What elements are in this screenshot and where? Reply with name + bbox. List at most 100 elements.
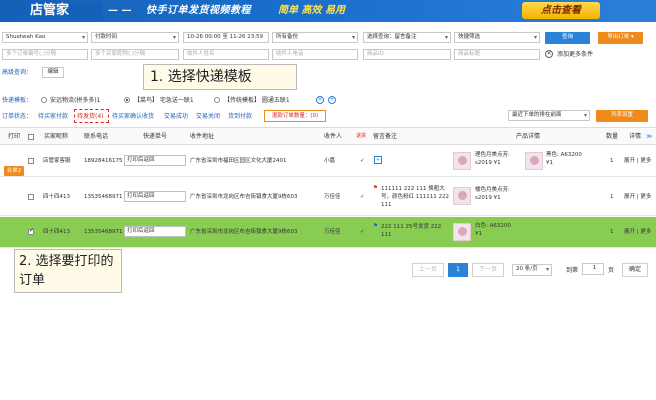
order-number-input[interactable]: 多个订单编号(,)分隔 [2, 49, 88, 60]
row-checkbox[interactable] [28, 227, 34, 235]
tab-completed[interactable]: 交易成功 [164, 112, 188, 121]
receiver: 万佳佳 [324, 194, 341, 200]
col-receiver: 收件人 [324, 133, 343, 140]
current-page-button[interactable]: 1 [448, 263, 468, 277]
phone: 18928416175 [84, 158, 123, 164]
edit-button[interactable]: 编辑 [42, 67, 64, 78]
quick-filter-select[interactable]: 快捷筛选 [454, 32, 540, 43]
add-template-icon[interactable]: + [328, 96, 336, 104]
col-details: 详情 [629, 133, 642, 140]
view-tutorial-button[interactable]: 点击查看 [522, 2, 600, 19]
product-title-input[interactable]: 商品标题 [454, 49, 540, 60]
buyer-nick: 四十四413 [43, 229, 70, 235]
quantity: 1 [610, 158, 614, 164]
edit-remark-icon[interactable]: + [374, 156, 382, 164]
row-checkbox[interactable] [28, 194, 34, 200]
confirm-goto-button[interactable]: 确定 [622, 263, 648, 277]
next-page-button[interactable]: 下一页 [472, 263, 504, 277]
tab-closed[interactable]: 交易关闭 [196, 112, 220, 121]
table-row-selected[interactable]: 四十四413 13535468971 打印后返回 广东省深圳市龙岗区布吉街镇食大… [0, 217, 656, 248]
table-row[interactable]: 四十四413 13535468971 打印后返回 广东省深圳市龙岗区布吉街镇食大… [0, 178, 656, 216]
product-thumbnail [525, 152, 543, 170]
waybill-input[interactable]: 打印后返回 [124, 191, 186, 202]
table-row[interactable]: 店管家客服 18928416175 打印后返回 广东省深圳市福田区园区文化大厦2… [0, 146, 656, 177]
search-button[interactable]: 查询 [545, 32, 590, 44]
address: 广东省深圳市龙岗区布吉街镇食大厦9栋603 [190, 229, 298, 235]
product-thumbnail [453, 152, 471, 170]
banner-dashes: — — [108, 5, 132, 16]
phone: 13535468971 [84, 194, 123, 200]
refund-orders-filter[interactable]: 退款订单数量：(0) [264, 110, 326, 122]
date-range-input[interactable]: 10-26 00:00 至 11-26 23:59 [183, 32, 269, 43]
list-settings-button[interactable]: 列表设置 [596, 110, 648, 122]
select-all-checkbox[interactable] [28, 134, 34, 140]
sort-order-select[interactable]: 最近下单的排在前面 [508, 110, 590, 121]
col-phone: 联系电话 [84, 133, 109, 140]
add-more-conditions-link[interactable]: 添加更多条件 [557, 50, 593, 59]
template-option-3[interactable]: 【传统模板】 圆通五联1 [224, 96, 290, 105]
status-check-icon: ✓ [360, 229, 365, 235]
template-option-1[interactable]: 安远物流(拼多多)1 [50, 96, 101, 105]
template-radio-3[interactable] [214, 97, 220, 103]
row-actions[interactable]: 展开 | 更多 [624, 157, 651, 165]
col-waybill: 快递单号 [143, 133, 168, 140]
step2-callout: 2. 选择要打印的订单 [14, 249, 122, 293]
prev-page-button[interactable]: 上一页 [412, 263, 444, 277]
receiver: 万佳佳 [324, 229, 341, 235]
remove-template-icon[interactable]: × [316, 96, 324, 104]
banner-tags: 简单 高效 易用 [278, 5, 345, 16]
phone: 13535468971 [84, 229, 123, 235]
time-type-select[interactable]: 付款时间 [91, 32, 179, 43]
tab-awaiting-confirmation[interactable]: 待买家确认收货 [112, 112, 154, 121]
waybill-input[interactable]: 打印后返回 [124, 226, 186, 237]
template-radio-2[interactable] [124, 97, 130, 103]
row-checkbox[interactable] [28, 158, 34, 164]
tab-awaiting-shipment[interactable]: 待发货(4) [77, 112, 104, 121]
remark-query-select[interactable]: 选择查询：留言备注 [363, 32, 451, 43]
tab-cod[interactable]: 货到付款 [228, 112, 252, 121]
table-header: 打印 买家昵称 联系电话 快递单号 收件地址 收件人 退货 留言备注 产品详情 … [0, 127, 656, 145]
flag-filter-select[interactable]: 所有备份 [272, 32, 358, 43]
address: 广东省深圳市福田区园区文化大厦2401 [190, 158, 287, 164]
collapse-icon[interactable]: ≫ [646, 132, 652, 141]
goto-page-input[interactable]: 1 [582, 263, 604, 275]
tab-pending-payment[interactable]: 待买家付款 [38, 112, 68, 121]
product-sku[interactable]: 黑色: A63200 ¥1 [546, 151, 586, 167]
status-check-icon: ✓ [360, 194, 365, 200]
product-thumbnail [453, 223, 471, 241]
address: 广东省深圳市龙岗区布吉街镇食大厦9栋603 [190, 194, 298, 200]
col-address: 收件地址 [190, 133, 215, 140]
red-flag-icon[interactable]: ⚑ [373, 184, 378, 192]
buyer-nick: 四十四413 [43, 194, 70, 200]
col-product: 产品详情 [516, 133, 541, 140]
receiver: 小嘉 [324, 158, 336, 164]
product-sku[interactable]: 理色月美点芳: s2019 ¥1 [475, 151, 519, 167]
buyer-nick-input[interactable]: 多个买家昵称(,)分隔 [91, 49, 179, 60]
receiver-phone-input[interactable]: 收件人电话 [272, 49, 358, 60]
blue-flag-icon[interactable]: ⚑ [373, 222, 378, 230]
export-orders-button[interactable]: 导出订单 ▾ [598, 32, 643, 44]
step1-callout: 1. 选择快递模板 [143, 64, 297, 90]
waybill-input[interactable]: 打印后返回 [124, 155, 186, 166]
row-actions[interactable]: 展开 | 更多 [624, 193, 651, 201]
advanced-query-label: 高级查询： [2, 69, 33, 76]
col-print: 打印 [8, 133, 21, 140]
goto-label: 到第 [566, 267, 579, 274]
quantity: 1 [610, 229, 614, 235]
status-check-icon: ✓ [360, 158, 365, 164]
col-qty: 数量 [606, 133, 619, 140]
template-radio-1[interactable] [41, 97, 47, 103]
receiver-name-input[interactable]: 收件人姓名 [183, 49, 269, 60]
product-id-input[interactable]: 商品ID [363, 49, 451, 60]
col-buyer: 买家昵称 [44, 133, 69, 140]
template-option-2[interactable]: 【菜鸟】 宅急送一联1 [134, 96, 194, 105]
clear-icon[interactable]: × [545, 50, 553, 58]
page-size-select[interactable]: 20 条/页 [512, 264, 552, 276]
order-status-label: 订单状态： [2, 113, 33, 120]
page-unit-label: 页 [608, 267, 615, 274]
product-sku[interactable]: 白色: A63200 ¥1 [475, 222, 519, 238]
shop-select[interactable]: Shuetwah Kao [2, 32, 88, 43]
row-actions[interactable]: 展开 | 更多 [624, 228, 651, 236]
remark-text: 111111 222 111 换粗大号，颜色粉红 111111 222 111 [381, 186, 449, 208]
product-sku[interactable]: 楼色月美点芳: s2019 ¥1 [475, 186, 519, 202]
